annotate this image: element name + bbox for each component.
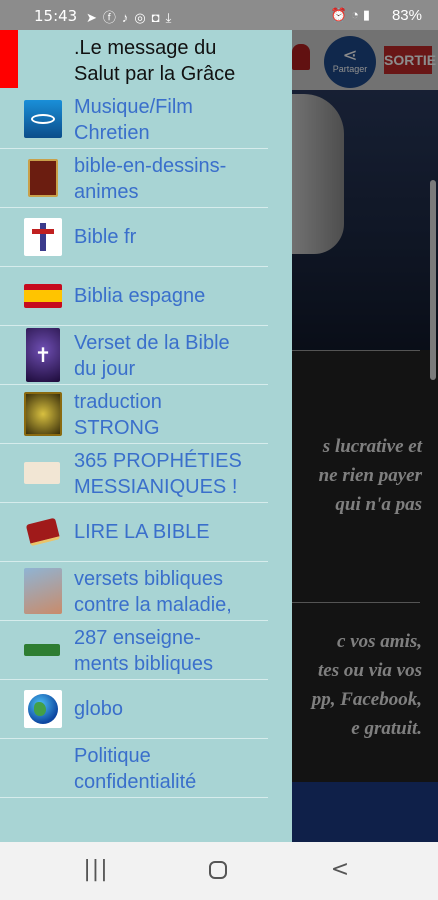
menu-item-enseignements[interactable]: 287 enseigne- ments bibliques xyxy=(0,621,268,680)
label-line: 365 PROPHÉTIES xyxy=(74,450,242,472)
menu-item-label: 287 enseigne- ments bibliques xyxy=(74,625,274,677)
label-line: MESSIANIQUES ! xyxy=(74,476,238,498)
telegram-icon: ➤ xyxy=(86,10,103,25)
menu-item-propheties[interactable]: 365 PROPHÉTIES MESSIANIQUES ! xyxy=(0,444,268,503)
globe-icon xyxy=(24,690,62,728)
menu-item-bible-fr[interactable]: Bible fr xyxy=(0,208,268,267)
header-accent xyxy=(0,30,18,88)
menu-item-musique-film[interactable]: Musique/Film Chretien xyxy=(0,90,268,149)
label-line: bible-en-dessins- xyxy=(74,155,227,177)
label-line: Verset de la Bible xyxy=(74,332,230,354)
drawer-header: .Le message du Salut par la Grâce xyxy=(0,30,292,90)
alarm-icon: ⏰ xyxy=(330,7,351,22)
status-time: 15:43 xyxy=(34,7,78,25)
notification-icon: ◎ xyxy=(134,10,152,25)
wifi-icon: ◔ xyxy=(350,7,363,22)
drawer-title-line1: .Le message du xyxy=(74,37,217,59)
drawer-scrim[interactable] xyxy=(292,30,438,842)
facebook-icon: ⓕ xyxy=(102,10,122,25)
drawer-title-line2: Salut par la Grâce xyxy=(74,63,236,85)
label-line: traduction xyxy=(74,391,162,413)
verse-icon: ✝ xyxy=(26,328,60,382)
label-line: contre la maladie, xyxy=(74,594,232,616)
instagram-icon: ◘ xyxy=(151,10,166,25)
label-line: 287 enseigne- xyxy=(74,627,201,649)
bell-icon: ♪ xyxy=(121,10,135,25)
menu-item-label: Bible fr xyxy=(74,226,137,248)
cross-icon xyxy=(24,218,62,256)
menu-item-versets-maladie[interactable]: versets bibliques contre la maladie, xyxy=(0,562,268,621)
label-line: versets bibliques xyxy=(74,568,223,590)
menu-item-label: Musique/Film Chretien xyxy=(74,94,274,146)
hand-icon xyxy=(24,568,62,614)
navigation-drawer: .Le message du Salut par la Grâce Musiqu… xyxy=(0,30,292,842)
label-line: animes xyxy=(74,181,139,203)
menu-item-label: Biblia espagne xyxy=(74,285,206,307)
home-icon xyxy=(209,861,227,879)
label-line: Chretien xyxy=(74,122,150,144)
label-line: Politique xyxy=(74,745,151,767)
recent-apps-button[interactable]: ||| xyxy=(76,858,116,882)
recent-apps-icon: ||| xyxy=(83,857,109,882)
download-icon: ⤓ xyxy=(165,10,178,25)
menu-item-bible-dessins[interactable]: bible-en-dessins- animes xyxy=(0,149,268,208)
system-nav-bar: ||| < xyxy=(0,842,438,900)
label-line: Musique/Film xyxy=(74,96,193,118)
bible-icon xyxy=(24,513,62,551)
menu-item-politique[interactable]: Politique confidentialité xyxy=(0,739,268,798)
menu-item-label: versets bibliques contre la maladie, xyxy=(74,566,274,618)
menu-item-label: globo xyxy=(74,698,123,720)
strong-icon xyxy=(24,392,62,436)
menu-item-label: 365 PROPHÉTIES MESSIANIQUES ! xyxy=(74,448,274,500)
teaching-icon xyxy=(24,644,60,656)
drawer-title: .Le message du Salut par la Grâce xyxy=(74,35,235,87)
label-line: du jour xyxy=(74,358,136,380)
menu-item-lire-la-bible[interactable]: LIRE LA BIBLE xyxy=(0,503,268,562)
menu-item-label: bible-en-dessins- animes xyxy=(74,153,274,205)
label-line: ments bibliques xyxy=(74,653,213,675)
menu-item-traduction-strong[interactable]: traduction STRONG xyxy=(0,385,268,444)
menu-item-label: Politique confidentialité xyxy=(74,743,274,795)
home-button[interactable] xyxy=(198,858,238,884)
menu-item-globo[interactable]: globo xyxy=(0,680,268,739)
prophecy-icon xyxy=(24,462,60,484)
signal-icon: ▮ xyxy=(362,7,374,22)
menu-item-label: LIRE LA BIBLE xyxy=(74,521,210,543)
status-bar: 15:43 ➤ⓕ♪◎◘⤓ ⏰◔▮ 83% xyxy=(0,0,438,30)
label-line: STRONG xyxy=(74,417,160,439)
label-line: confidentialité xyxy=(74,771,197,793)
status-right-icons: ⏰◔▮ xyxy=(331,7,374,23)
menu-item-label: Verset de la Bible du jour xyxy=(74,330,274,382)
back-button[interactable]: < xyxy=(320,858,360,882)
menu-item-verset-du-jour[interactable]: ✝ Verset de la Bible du jour xyxy=(0,326,268,385)
battery-level: 83% xyxy=(391,7,422,24)
back-icon: < xyxy=(330,857,350,882)
fish-icon xyxy=(24,100,62,138)
menu-item-label: traduction STRONG xyxy=(74,389,274,441)
status-left-icons: ➤ⓕ♪◎◘⤓ xyxy=(86,7,177,26)
spain-flag-icon xyxy=(24,284,62,308)
menu-item-biblia-espagne[interactable]: Biblia espagne xyxy=(0,267,268,326)
book-icon xyxy=(28,159,58,197)
